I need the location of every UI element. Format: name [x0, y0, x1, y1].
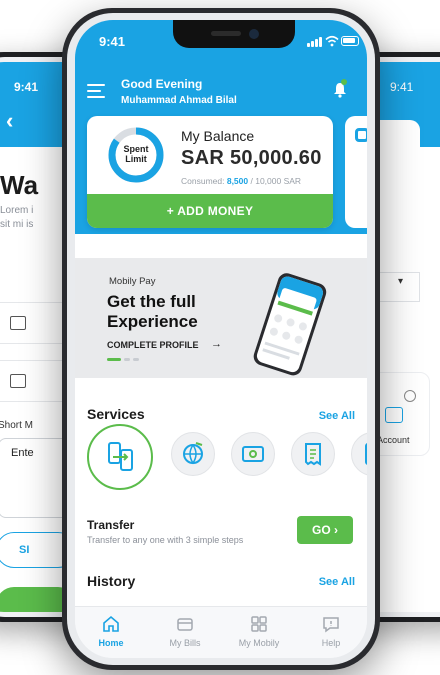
tab-home-label: Home — [98, 638, 124, 648]
left-description: Lorem i sit mi is — [0, 205, 34, 230]
arrow-right-icon: → — [211, 338, 222, 350]
tab-my-bills-label: My Bills — [169, 638, 201, 648]
gauge-label: Spent Limit — [123, 144, 149, 164]
tab-help[interactable]: Help — [301, 615, 361, 648]
account-tile-label: Account — [377, 435, 410, 445]
transfer-icon — [108, 442, 133, 471]
front-phone-mockup: 9:41 Good Evening Muhammad Ahmad Bilal S… — [62, 8, 380, 670]
tab-my-bills[interactable]: My Bills — [155, 615, 215, 648]
history-section: History See All — [75, 557, 367, 607]
signal-icon — [307, 43, 310, 47]
help-icon — [323, 617, 339, 633]
promo-brand: Mobily Pay — [109, 276, 156, 287]
right-status-time: 9:41 — [390, 80, 414, 94]
promo-phone-illustration — [253, 273, 327, 376]
go-button[interactable]: GO › — [297, 516, 353, 544]
tab-home[interactable]: Home — [81, 615, 141, 648]
receipt-service-button[interactable] — [291, 432, 335, 476]
main-content: Mobily Pay Get the full Experience COMPL… — [75, 234, 367, 604]
notification-dot — [341, 79, 347, 85]
back-arrow-icon[interactable]: ‹ — [6, 108, 13, 134]
tab-my-mobily[interactable]: My Mobily — [229, 615, 289, 648]
consumed-text: Consumed: 8,500 / 10,000 SAR — [181, 176, 302, 186]
radio-button[interactable] — [404, 390, 416, 402]
chevron-down-icon: ▾ — [398, 276, 404, 287]
balance-card: Spent Limit My Balance SAR 50,000.60 Con… — [87, 116, 333, 228]
phone-icon — [365, 443, 367, 465]
globe-icon — [183, 442, 203, 465]
services-title: Services — [87, 406, 145, 422]
user-name: Muhammad Ahmad Bilal — [121, 95, 237, 106]
mobile-service-button[interactable] — [351, 432, 367, 476]
grid-icon — [251, 616, 267, 632]
balance-title: My Balance — [181, 128, 255, 144]
account-icon — [385, 407, 403, 423]
receipt-icon — [305, 443, 321, 466]
card-icon — [10, 316, 26, 330]
app-header: 9:41 Good Evening Muhammad Ahmad Bilal S… — [75, 20, 367, 234]
promo-title: Get the full Experience — [107, 292, 198, 331]
hamburger-menu-icon[interactable] — [87, 84, 105, 98]
phone-notch — [173, 20, 295, 48]
battery-icon — [341, 36, 359, 46]
tab-my-mobily-label: My Mobily — [238, 638, 280, 648]
left-page-title: Wa — [0, 170, 39, 200]
transfer-service-button[interactable] — [87, 424, 153, 490]
bills-service-button[interactable] — [231, 432, 275, 476]
bills-icon — [177, 618, 193, 631]
balance-amount: SAR 50,000.60 — [181, 147, 322, 169]
carousel-dots — [107, 358, 142, 376]
complete-profile-link[interactable]: COMPLETE PROFILE — [107, 340, 199, 350]
services-see-all-link[interactable]: See All — [319, 410, 355, 422]
status-icons — [307, 35, 359, 47]
tab-help-label: Help — [321, 638, 341, 648]
transfer-subtitle: Transfer to any one with 3 simple steps — [87, 535, 244, 545]
international-service-button[interactable] — [171, 432, 215, 476]
mockup-stage: 9:41 ‹ Wa Lorem i sit mi is Short M Ente… — [0, 0, 440, 675]
add-money-button[interactable]: + ADD MONEY — [87, 194, 333, 228]
greeting-text: Good Evening — [121, 77, 203, 91]
short-message-label: Short M — [0, 420, 34, 431]
status-time: 9:41 — [99, 34, 126, 49]
history-title: History — [87, 573, 136, 589]
card-icon — [355, 128, 367, 142]
transfer-title: Transfer — [87, 518, 135, 532]
cash-icon — [10, 374, 26, 388]
bottom-tab-bar: Home My Bills My Mobily Help — [75, 606, 367, 658]
bills-icon — [242, 446, 264, 462]
wifi-icon — [325, 35, 339, 47]
bell-icon[interactable] — [333, 79, 347, 98]
promo-banner[interactable]: Mobily Pay Get the full Experience COMPL… — [75, 258, 367, 378]
next-balance-card[interactable] — [345, 116, 367, 228]
history-see-all-link[interactable]: See All — [319, 576, 355, 588]
home-icon — [103, 615, 119, 632]
front-phone-screen: 9:41 Good Evening Muhammad Ahmad Bilal S… — [75, 20, 367, 658]
left-status-time: 9:41 — [14, 80, 39, 94]
